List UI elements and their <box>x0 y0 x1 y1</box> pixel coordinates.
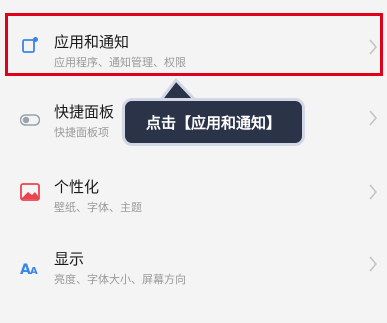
chevron-right-icon <box>367 182 379 202</box>
callout-text: 点击【应用和通知】 <box>145 113 281 132</box>
svg-text:A: A <box>30 266 38 276</box>
settings-item-title: 快捷面板 <box>54 103 115 121</box>
settings-item-subtitle: 壁纸、字体、主题 <box>54 201 142 214</box>
font-size-icon: A A <box>20 258 40 278</box>
settings-item-display[interactable]: A A 显示 亮度、字体大小、屏幕方向 <box>0 240 387 300</box>
chevron-right-icon <box>367 254 379 274</box>
highlight-box <box>5 13 383 76</box>
toggle-icon <box>20 110 40 130</box>
settings-item-title: 个性化 <box>54 178 100 196</box>
settings-item-subtitle: 亮度、字体大小、屏幕方向 <box>54 273 186 286</box>
image-icon <box>20 182 40 202</box>
chevron-right-icon <box>367 108 379 128</box>
instruction-callout: 点击【应用和通知】 <box>122 98 305 146</box>
settings-item-subtitle: 快捷面板项 <box>54 126 109 139</box>
settings-item-title: 显示 <box>54 250 85 268</box>
settings-item-personalization[interactable]: 个性化 壁纸、字体、主题 <box>0 168 387 228</box>
